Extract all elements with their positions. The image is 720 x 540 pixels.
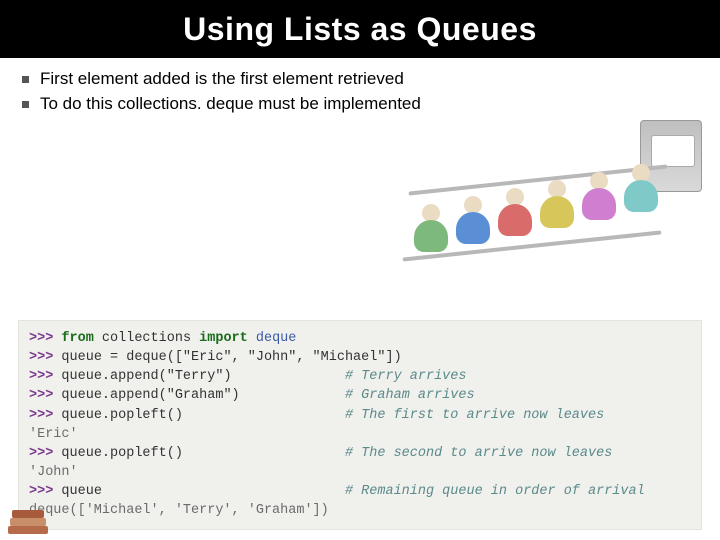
content-area: First element added is the first element…	[0, 58, 720, 116]
queue-illustration	[402, 120, 702, 290]
person-icon	[498, 188, 532, 238]
bullet-item: First element added is the first element…	[18, 68, 702, 91]
title-bar: Using Lists as Queues	[0, 0, 720, 58]
slide-title: Using Lists as Queues	[183, 11, 537, 48]
books-icon	[8, 506, 50, 534]
bullet-item: To do this collections. deque must be im…	[18, 93, 702, 116]
person-icon	[540, 180, 574, 230]
person-icon	[456, 196, 490, 246]
person-icon	[624, 164, 658, 214]
bullet-list: First element added is the first element…	[18, 68, 702, 116]
code-block: >>> from collections import deque>>> que…	[18, 320, 702, 530]
person-icon	[582, 172, 616, 222]
person-icon	[414, 204, 448, 254]
